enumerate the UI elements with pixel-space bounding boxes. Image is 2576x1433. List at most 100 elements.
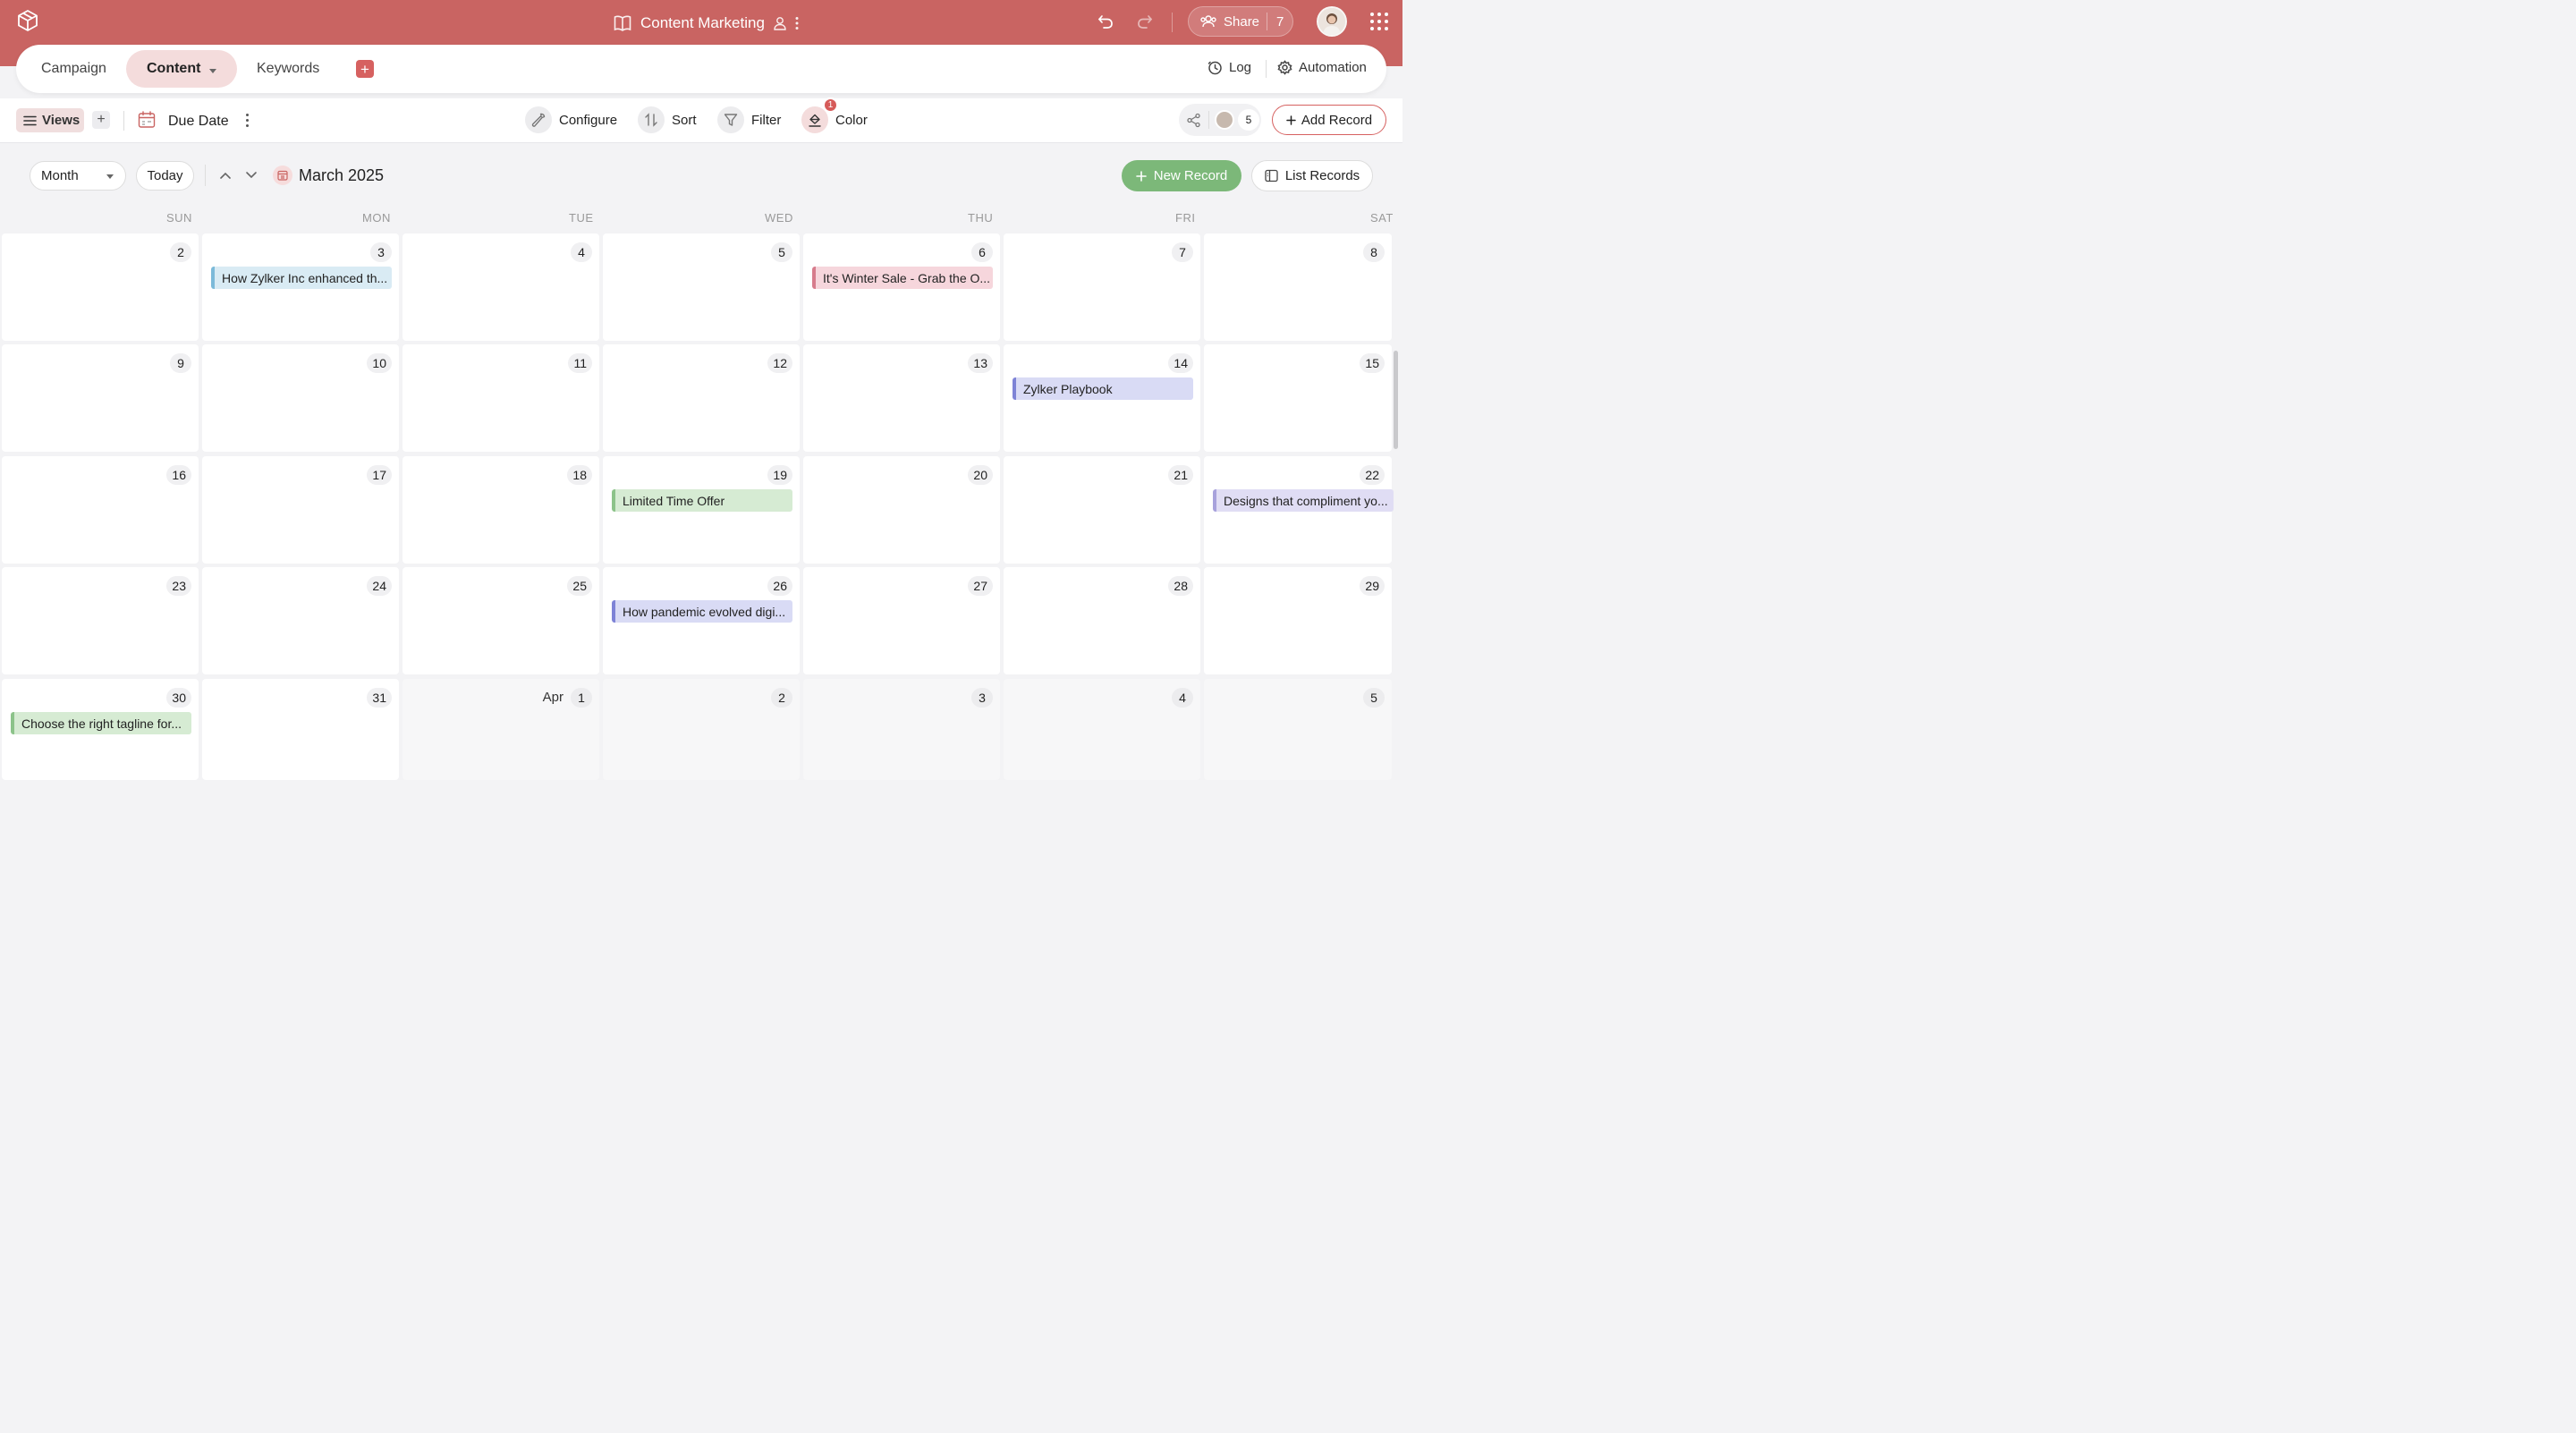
app-logo-icon[interactable]	[16, 9, 39, 32]
calendar-event-chip[interactable]: Zylker Playbook	[1013, 377, 1193, 400]
filter-button[interactable]: Filter	[717, 106, 781, 133]
calendar-day-cell[interactable]: 12	[603, 344, 800, 452]
calendar-day-cell[interactable]: 4	[1004, 679, 1200, 780]
next-month-button[interactable]	[242, 165, 261, 185]
more-vertical-icon[interactable]	[795, 16, 799, 30]
day-number: 4	[1172, 688, 1193, 708]
day-number: 31	[367, 688, 392, 708]
wrench-icon	[525, 106, 552, 133]
day-number: 8	[1363, 242, 1385, 262]
calendar-day-cell[interactable]: 26 How pandemic evolved digi...	[603, 567, 800, 674]
calendar-day-cell[interactable]: 18	[402, 456, 599, 564]
gear-icon	[1277, 60, 1292, 75]
calendar-day-cell[interactable]: 23	[2, 567, 199, 674]
tab-keywords[interactable]: Keywords	[236, 50, 340, 88]
calendar-day-cell[interactable]: 28	[1004, 567, 1200, 674]
calendar-day-cell[interactable]: 30 Choose the right tagline for...	[2, 679, 199, 780]
calendar-day-cell[interactable]: 10	[202, 344, 399, 452]
automation-button[interactable]: Automation	[1277, 60, 1367, 75]
calendar-event-chip[interactable]: It's Winter Sale - Grab the O...	[812, 267, 993, 289]
weekday-header: THU	[968, 211, 994, 225]
calendar-event-chip[interactable]: Designs that compliment yo...	[1213, 489, 1394, 512]
calendar-day-cell[interactable]: 8	[1204, 233, 1392, 341]
calendar-day-cell[interactable]: 6 It's Winter Sale - Grab the O...	[803, 233, 1000, 341]
calendar-icon[interactable]	[273, 165, 292, 185]
day-number: 21	[1168, 465, 1193, 485]
previous-month-button[interactable]	[216, 165, 235, 185]
weekday-header: SAT	[1370, 211, 1394, 225]
calendar-day-cell[interactable]: 24	[202, 567, 399, 674]
calendar-day-cell[interactable]: 5	[1204, 679, 1392, 780]
calendar-day-cell[interactable]: 19 Limited Time Offer	[603, 456, 800, 564]
calendar-event-chip[interactable]: Limited Time Offer	[612, 489, 792, 512]
new-record-button[interactable]: New Record	[1122, 160, 1241, 191]
day-number: 6	[971, 242, 993, 262]
tab-campaign[interactable]: Campaign	[21, 50, 127, 88]
redo-icon[interactable]	[1136, 13, 1154, 30]
calendar-day-cell[interactable]: 13	[803, 344, 1000, 452]
calendar-day-cell[interactable]: 25	[402, 567, 599, 674]
calendar-event-chip[interactable]: How pandemic evolved digi...	[612, 600, 792, 623]
calendar-day-cell[interactable]: 2	[2, 233, 199, 341]
calendar-day-cell[interactable]: Apr 1	[402, 679, 599, 780]
chevron-down-icon[interactable]	[209, 68, 217, 73]
book-icon	[614, 15, 631, 31]
today-button[interactable]: Today	[136, 161, 194, 191]
user-avatar[interactable]	[1317, 6, 1347, 37]
configure-label: Configure	[559, 112, 618, 128]
share-network-icon[interactable]	[1186, 113, 1201, 128]
add-module-button[interactable]: +	[356, 60, 374, 78]
day-number: 3	[971, 688, 993, 708]
log-button[interactable]: Log	[1208, 60, 1251, 75]
calendar-day-cell[interactable]: 17	[202, 456, 399, 564]
add-view-button[interactable]: +	[92, 111, 110, 129]
calendar-day-cell[interactable]: 2	[603, 679, 800, 780]
share-button[interactable]: Share 7	[1188, 6, 1293, 37]
weekday-header: MON	[362, 211, 391, 225]
scrollbar[interactable]	[1394, 351, 1398, 449]
app-title[interactable]: Content Marketing	[640, 14, 765, 32]
sort-button[interactable]: Sort	[638, 106, 697, 133]
views-button[interactable]: Views	[16, 108, 84, 132]
calendar-day-cell[interactable]: 3 How Zylker Inc enhanced th...	[202, 233, 399, 341]
add-record-button[interactable]: Add Record	[1272, 105, 1386, 135]
date-field-selector[interactable]: Due Date	[168, 114, 229, 130]
calendar-day-cell[interactable]: 9	[2, 344, 199, 452]
list-records-label: List Records	[1284, 168, 1360, 183]
day-number: 25	[567, 576, 592, 596]
calendar-day-cell[interactable]: 21	[1004, 456, 1200, 564]
calendar-event-chip[interactable]: Choose the right tagline for...	[11, 712, 191, 734]
undo-icon[interactable]	[1097, 13, 1114, 30]
tab-content[interactable]: Content	[126, 50, 238, 88]
day-number: 3	[370, 242, 392, 262]
collaborators-group[interactable]: 5	[1179, 104, 1261, 136]
user-icon[interactable]	[774, 16, 786, 30]
more-vertical-icon[interactable]	[246, 114, 249, 127]
chevron-down-icon	[246, 172, 257, 179]
configure-button[interactable]: Configure	[525, 106, 617, 133]
calendar-day-cell[interactable]: 5	[603, 233, 800, 341]
calendar-day-cell[interactable]: 27	[803, 567, 1000, 674]
calendar-day-cell[interactable]: 4	[402, 233, 599, 341]
day-number: 23	[166, 576, 191, 596]
day-number: 22	[1360, 465, 1385, 485]
weekday-header: WED	[765, 211, 793, 225]
calendar-view-select[interactable]: Month	[30, 161, 126, 191]
calendar-day-cell[interactable]: 16	[2, 456, 199, 564]
calendar-day-cell[interactable]: 11	[402, 344, 599, 452]
calendar-day-cell[interactable]: 22 Designs that compliment yo...	[1204, 456, 1394, 564]
list-records-button[interactable]: List Records	[1251, 160, 1373, 191]
calendar-day-cell[interactable]: 15	[1204, 344, 1392, 452]
day-number: 4	[571, 242, 592, 262]
calendar-day-cell[interactable]: 29	[1204, 567, 1392, 674]
calendar-event-chip[interactable]: How Zylker Inc enhanced th...	[211, 267, 392, 289]
calendar-day-cell[interactable]: 31	[202, 679, 399, 780]
chevron-down-icon	[106, 174, 114, 179]
calendar-day-cell[interactable]: 20	[803, 456, 1000, 564]
users-icon	[1199, 14, 1217, 29]
calendar-day-cell[interactable]: 7	[1004, 233, 1200, 341]
calendar-day-cell[interactable]: 3	[803, 679, 1000, 780]
tab-label: Content	[147, 61, 201, 76]
apps-grid-icon[interactable]	[1370, 13, 1388, 30]
calendar-day-cell[interactable]: 14 Zylker Playbook	[1004, 344, 1200, 452]
